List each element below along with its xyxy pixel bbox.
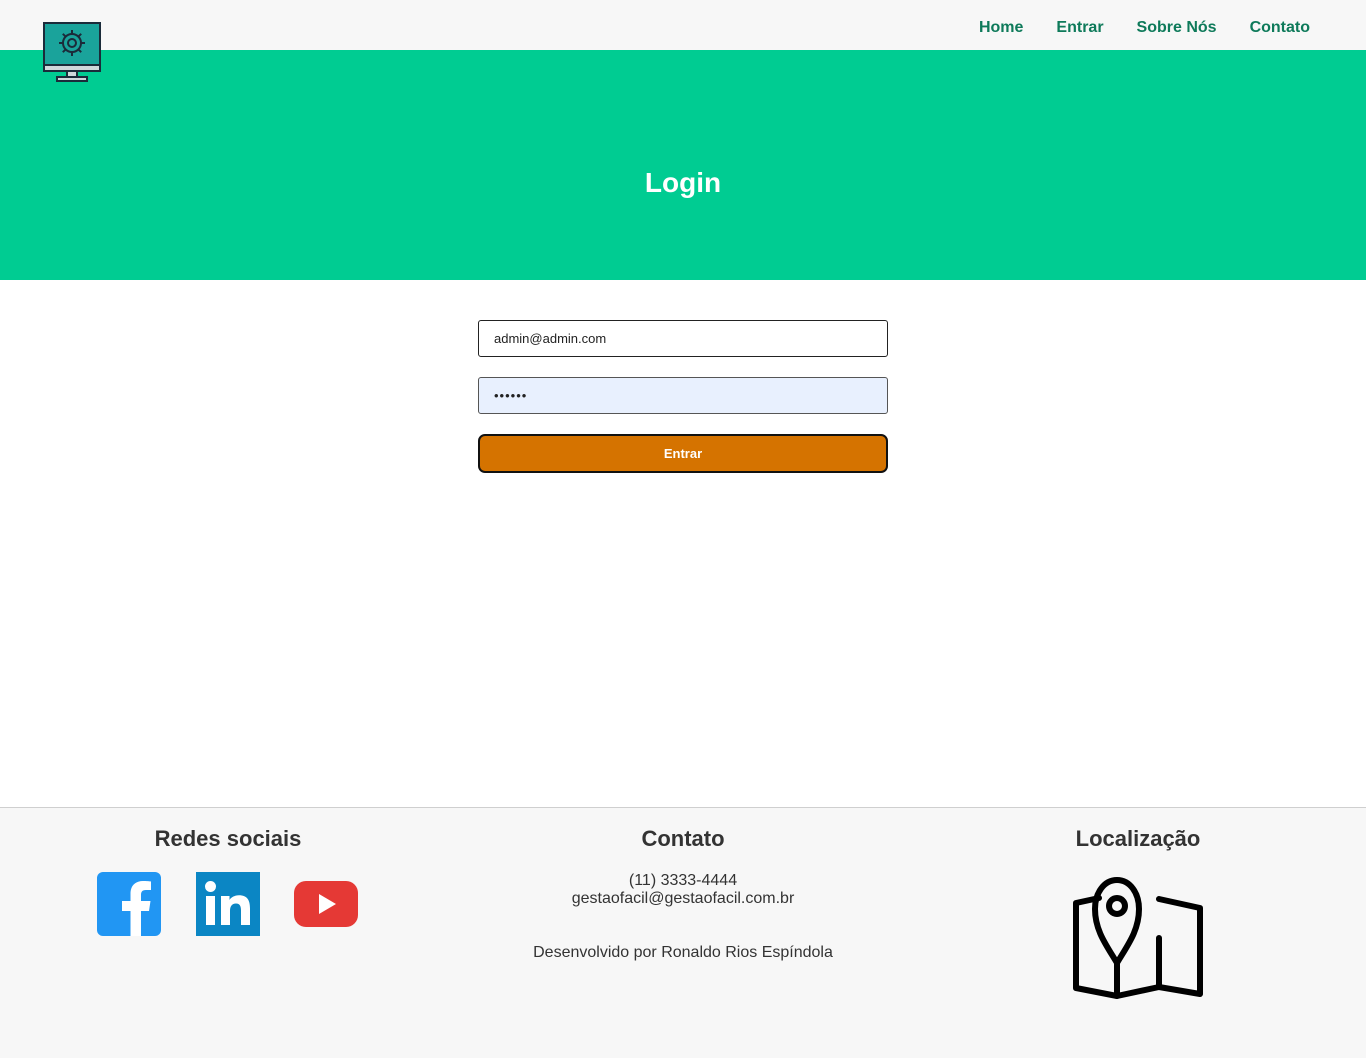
email-field[interactable]: [478, 320, 888, 357]
linkedin-icon[interactable]: [196, 872, 260, 936]
contact-section: Contato (11) 3333-4444 gestaofacil@gesta…: [483, 826, 883, 962]
social-title: Redes sociais: [154, 826, 302, 851]
main-nav: Home Entrar Sobre Nós Contato: [979, 19, 1310, 37]
monitor-gear-icon[interactable]: [43, 22, 101, 82]
developer-credit: Desenvolvido por Ronaldo Rios Espíndola: [533, 944, 833, 961]
nav-entrar-link[interactable]: Entrar: [1056, 19, 1103, 37]
login-form: Entrar: [478, 320, 888, 473]
nav-home-link[interactable]: Home: [979, 19, 1023, 37]
nav-contato-link[interactable]: Contato: [1250, 19, 1310, 37]
contact-phone: (11) 3333-4444: [628, 872, 738, 889]
location-section: Localização: [1038, 826, 1238, 1000]
location-title: Localização: [1075, 826, 1201, 851]
facebook-icon[interactable]: [97, 872, 161, 936]
footer: Redes sociais Contato (11) 3333-4444 ges…: [0, 807, 1366, 1058]
password-field[interactable]: [478, 377, 888, 414]
login-submit-button[interactable]: Entrar: [478, 434, 888, 473]
contact-email: gestaofacil@gestaofacil.com.br: [571, 890, 795, 907]
social-section: Redes sociais: [78, 826, 378, 942]
nav-sobre-nos-link[interactable]: Sobre Nós: [1137, 19, 1217, 37]
social-icons: [78, 872, 378, 942]
hero-banner: Login: [0, 50, 1366, 280]
page-title: Login: [644, 167, 722, 198]
youtube-icon[interactable]: [294, 872, 358, 936]
contact-title: Contato: [641, 826, 725, 851]
map-pin-icon[interactable]: [1073, 876, 1203, 1000]
